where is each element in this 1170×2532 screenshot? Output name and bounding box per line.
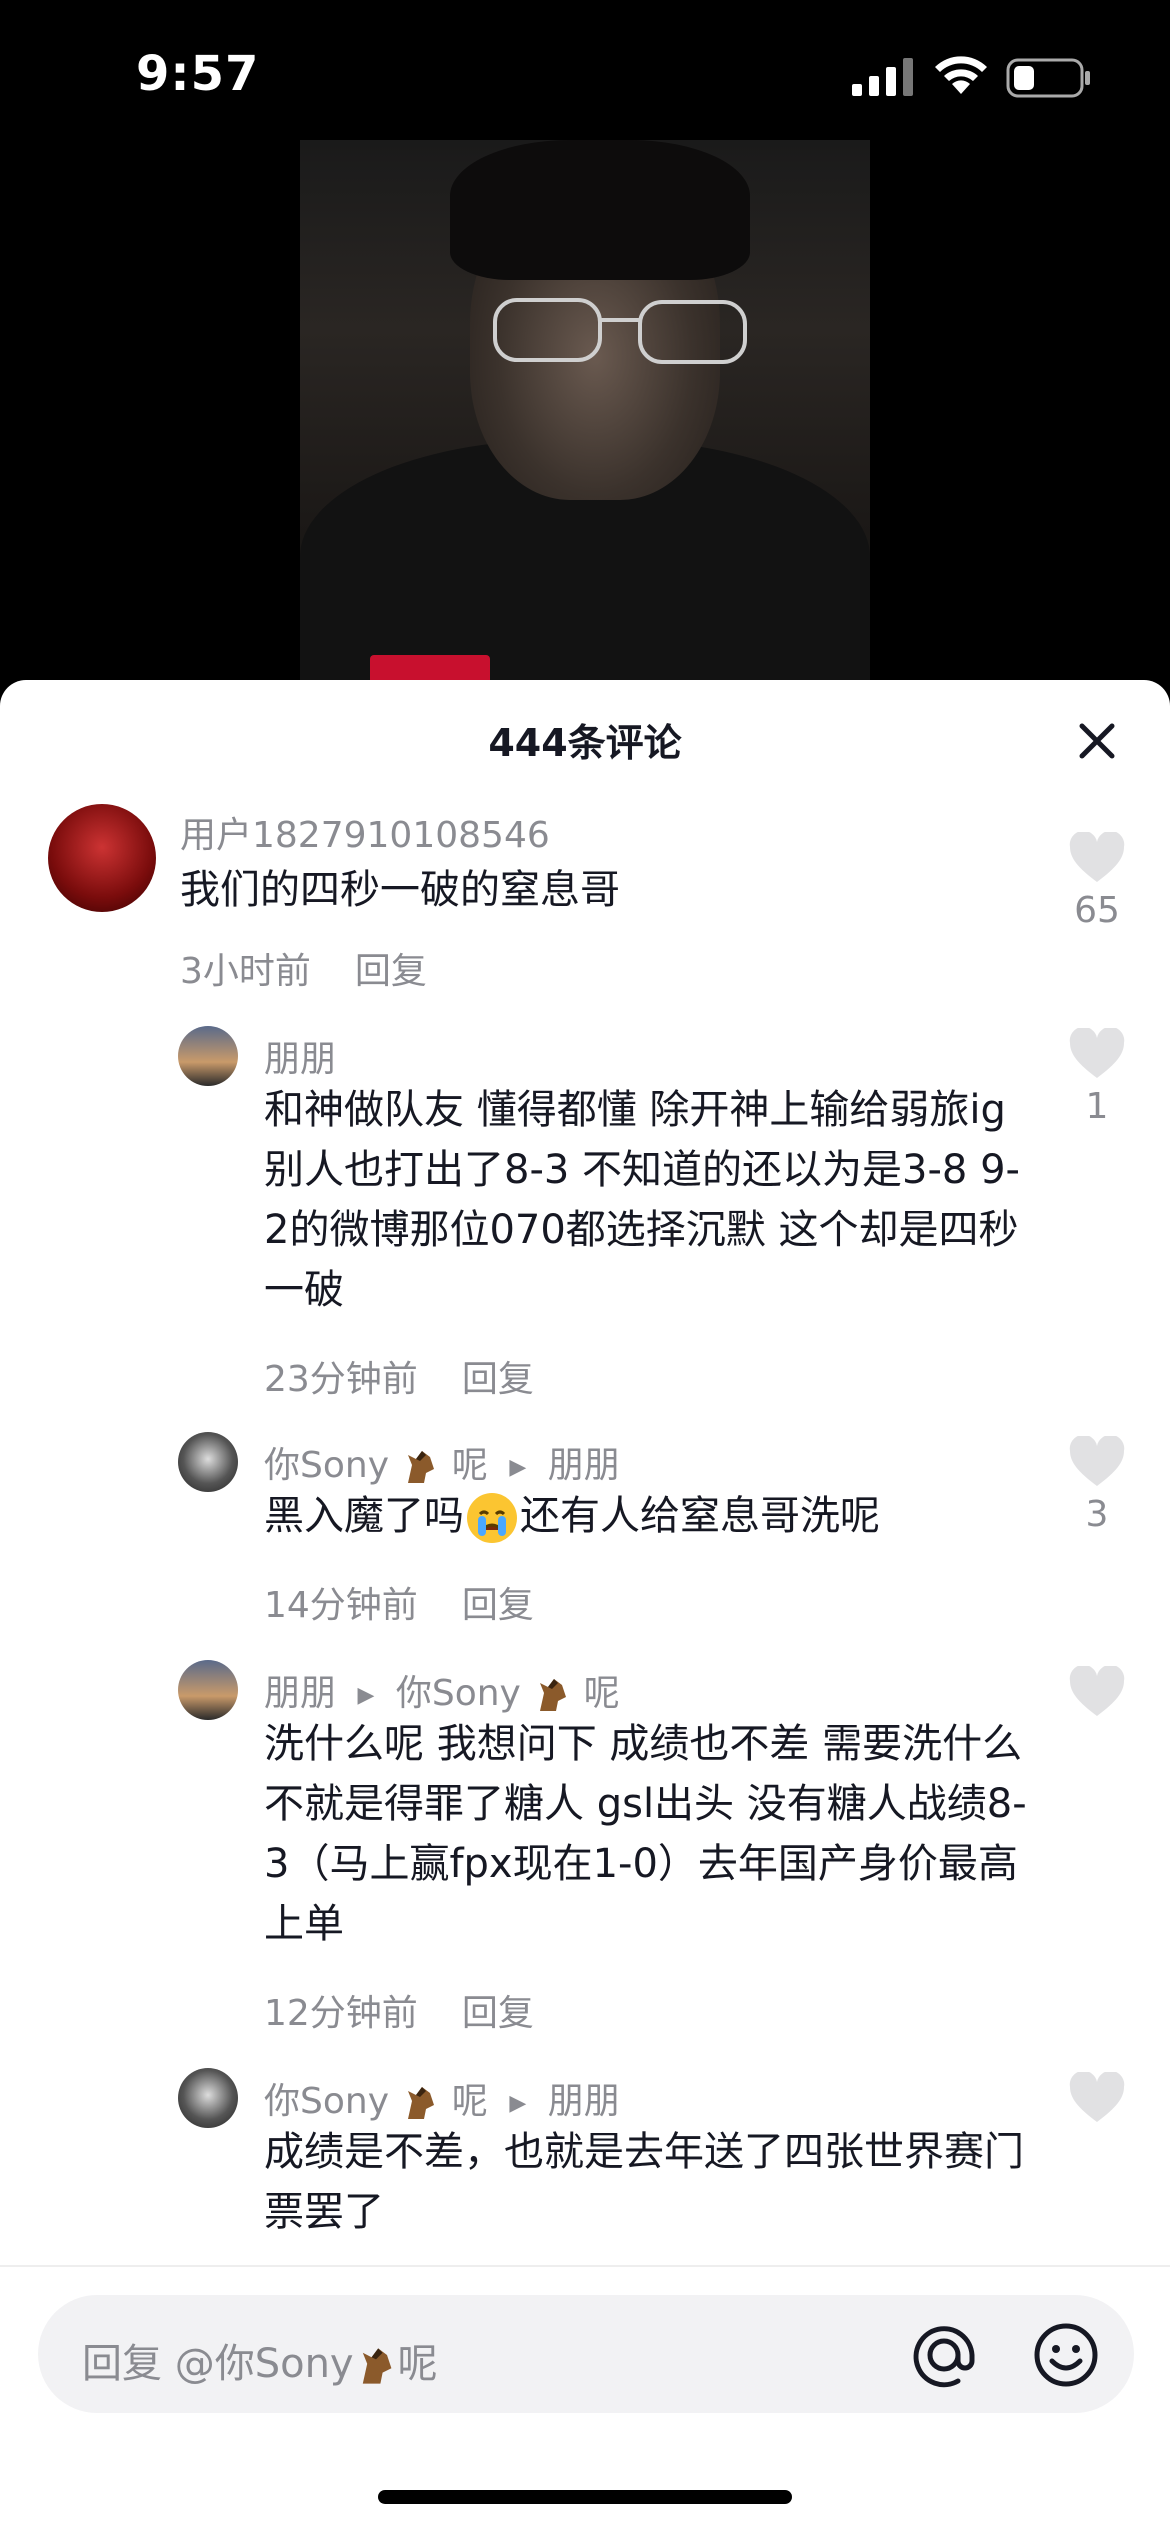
avatar[interactable] (48, 804, 156, 912)
avatar[interactable] (178, 1026, 238, 1086)
status-time: 9:57 (136, 46, 260, 102)
crying-emoji (467, 1493, 517, 1543)
reply-arrow-icon: ▶ (509, 2090, 527, 2116)
close-icon[interactable] (1072, 716, 1122, 766)
comment-username[interactable]: 你Sony 呢 ▶ 朋朋 (264, 2072, 620, 2124)
comment-username-suffix: 呢 (451, 2081, 488, 2122)
avatar[interactable] (178, 2068, 238, 2128)
reply-to-username[interactable]: 朋朋 (548, 2081, 620, 2122)
reply-to-username[interactable]: 你Sony (396, 1673, 521, 1714)
horse-emoji (540, 1679, 567, 1711)
comment-time: 14分钟前 (264, 1585, 418, 1626)
comment-username-text: 你Sony (264, 1445, 389, 1486)
input-divider (0, 2265, 1170, 2267)
battery-icon (1006, 58, 1090, 98)
placeholder-suffix: 呢 (397, 2341, 438, 2387)
reply-input[interactable]: 回复 @你Sony 呢 (38, 2295, 1134, 2413)
comment-text: 成绩是不差，也就是去年送了四张世界赛门票罢了 (264, 2129, 1024, 2235)
reply-button[interactable]: 回复 (462, 1585, 534, 1626)
cellular-signal-icon (852, 58, 913, 96)
emoji-icon[interactable] (1032, 2321, 1100, 2389)
wifi-icon (935, 56, 987, 94)
like-count: 65 (1074, 890, 1120, 931)
placeholder-prefix: 回复 @你Sony (82, 2341, 354, 2387)
heart-icon[interactable] (1068, 1666, 1126, 1718)
reply-to-username[interactable]: 朋朋 (548, 1445, 620, 1486)
comment-username[interactable]: 朋朋 (264, 1030, 336, 1082)
comment-meta: 3小时前 回复 (180, 942, 427, 994)
comment-username[interactable]: 你Sony 呢 ▶ 朋朋 (264, 1436, 620, 1488)
heart-icon[interactable] (1068, 2072, 1126, 2124)
heart-icon[interactable] (1068, 1436, 1126, 1488)
reply-button[interactable]: 回复 (462, 1993, 534, 2034)
comment-text: 和神做队友 懂得都懂 除开神上输给弱旅ig 别人也打出了8-3 不知道的还以为是… (264, 1087, 1020, 1313)
heart-icon[interactable] (1068, 1028, 1126, 1080)
comment-username-text: 你Sony (264, 2081, 389, 2122)
comment-time: 3小时前 (180, 951, 311, 992)
comment-meta: 14分钟前 回复 (264, 1576, 534, 1628)
comment-text-part: 黑入魔了吗 (264, 1493, 464, 1539)
video-jersey-text (370, 655, 490, 680)
video-player[interactable] (300, 140, 870, 680)
like-count: 1 (1085, 1086, 1109, 1127)
comment-text-part: 还有人给窒息哥洗呢 (520, 1493, 880, 1539)
avatar[interactable] (178, 1432, 238, 1492)
reply-arrow-icon: ▶ (357, 1682, 375, 1708)
reply-input-placeholder: 回复 @你Sony 呢 (82, 2331, 438, 2389)
heart-icon[interactable] (1068, 832, 1126, 884)
avatar[interactable] (178, 1660, 238, 1720)
status-bar: 9:57 (0, 0, 1170, 140)
video-person-hair (450, 140, 750, 280)
comment-sheet-header: 444条评论 (0, 680, 1170, 780)
comment-username-suffix: 呢 (451, 1445, 488, 1486)
comment-meta: 23分钟前 回复 (264, 1350, 534, 1402)
comment-sheet: 444条评论 用户1827910108546 我们的四秒一破的窒息哥 3小时前回… (0, 680, 1170, 2532)
comment-count-title: 444条评论 (488, 721, 682, 765)
horse-emoji (408, 1451, 435, 1483)
video-glasses (493, 298, 747, 364)
reply-arrow-icon: ▶ (509, 1454, 527, 1480)
comment-username-text: 朋朋 (264, 1673, 337, 1714)
horse-emoji (408, 2087, 435, 2119)
comment-text: 黑入魔了吗 还有人给窒息哥洗呢 (264, 1486, 1034, 1546)
comment-text: 洗什么呢 我想问下 成绩也不差 需要洗什么 不就是得罪了糖人 gsl出头 没有糖… (264, 1721, 1027, 1947)
comment-username[interactable]: 朋朋 ▶ 你Sony 呢 (264, 1664, 620, 1716)
comment-meta: 12分钟前 回复 (264, 1984, 534, 2036)
horse-emoji (362, 2348, 392, 2384)
comment-time: 12分钟前 (264, 1993, 418, 2034)
comment-text: 我们的四秒一破的窒息哥 (180, 867, 620, 913)
reply-button[interactable]: 回复 (355, 951, 427, 992)
at-icon[interactable] (910, 2321, 978, 2389)
reply-to-suffix: 呢 (583, 1673, 620, 1714)
like-count: 3 (1085, 1494, 1109, 1535)
comment-username[interactable]: 用户1827910108546 (180, 806, 550, 858)
home-indicator[interactable] (378, 2490, 792, 2504)
reply-button[interactable]: 回复 (462, 1359, 534, 1400)
comment-time: 23分钟前 (264, 1359, 418, 1400)
